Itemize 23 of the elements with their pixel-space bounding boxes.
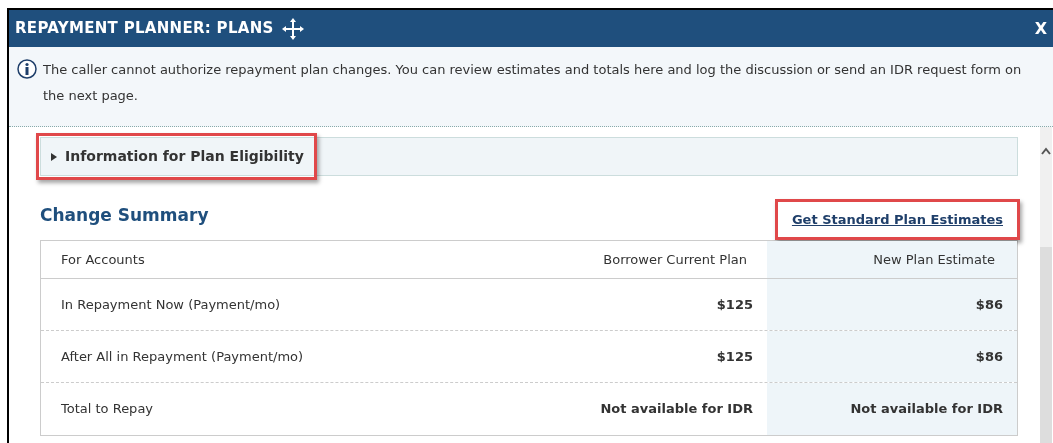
scrollbar[interactable]: [1040, 127, 1052, 443]
move-icon[interactable]: [281, 17, 304, 40]
table-cell-text: Not available for IDR: [599, 400, 754, 419]
row-label: Total to Repay: [60, 400, 155, 419]
table-cell: Not available for IDR: [767, 383, 1017, 435]
row-label: After All in Repayment (Payment/mo): [60, 347, 305, 366]
section-title: Change Summary: [40, 203, 209, 227]
column-header: Borrower Current Plan: [602, 250, 748, 269]
notice-text: The caller cannot authorize repayment plan changes. You can review estimates and totals here and log the discussion or send an IDR request form on the next page.: [43, 61, 1023, 105]
eligibility-toggle[interactable]: Information for Plan Eligibility: [36, 133, 317, 180]
table-cell-text: $125: [715, 347, 754, 366]
window-title: REPAYMENT PLANNER: PLANS: [15, 18, 274, 40]
standard-estimates-link[interactable]: Get Standard Plan Estimates: [774, 198, 1020, 240]
table-cell-text: $125: [715, 295, 754, 314]
info-icon: [17, 59, 37, 79]
column-header: New Plan Estimate: [767, 241, 1017, 278]
row-label: In Repayment Now (Payment/mo): [60, 295, 282, 314]
scroll-up-icon[interactable]: [1041, 147, 1051, 155]
column-header: For Accounts: [60, 250, 146, 269]
close-button[interactable]: X: [1034, 16, 1047, 41]
caret-icon: [51, 152, 57, 161]
table-cell: $86: [767, 279, 1017, 330]
table-cell: $86: [767, 331, 1017, 382]
